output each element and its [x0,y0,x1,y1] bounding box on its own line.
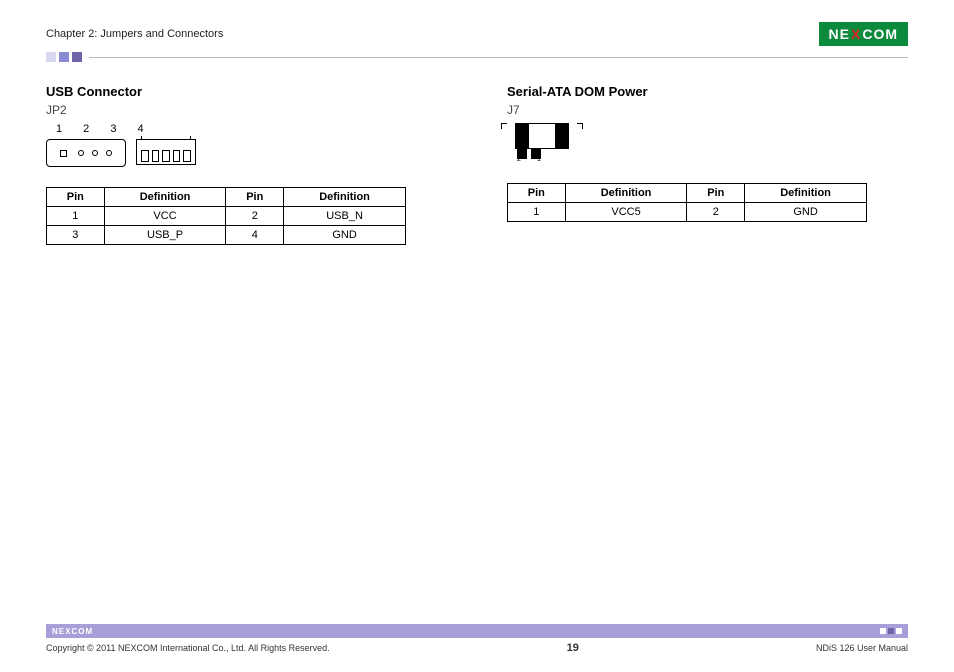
sata-connector-icon: 2 1 [507,123,577,163]
doc-name: NDiS 126 User Manual [816,643,908,653]
usb-header-icon [136,139,196,165]
logo-text-x: X [851,26,861,42]
sata-dom-section: Serial-ATA DOM Power J7 2 1 Pin Definiti… [507,84,908,245]
sata-pin-table: Pin Definition Pin Definition 1 VCC5 2 G… [507,183,867,222]
logo-text-pre: NE [829,26,850,42]
col-definition: Definition [284,188,406,207]
decor-square-icon [72,52,82,62]
page-footer: NEXCOM Copyright © 2011 NEXCOM Internati… [46,624,908,654]
decor-square-icon [59,52,69,62]
cell: 3 [47,226,105,245]
cell: 4 [226,226,284,245]
horizontal-rule [89,57,908,58]
cell: VCC5 [565,203,687,222]
section-title: Serial-ATA DOM Power [507,84,908,99]
col-pin: Pin [687,184,745,203]
connector-ref: JP2 [46,103,447,117]
col-pin: Pin [47,188,105,207]
col-pin: Pin [508,184,566,203]
footer-logo-pre: NE [52,627,65,636]
col-pin: Pin [226,188,284,207]
cell: VCC [104,207,226,226]
pin-label: 1 [537,156,541,163]
table-row: 3 USB_P 4 GND [47,226,406,245]
table-row: 1 VCC 2 USB_N [47,207,406,226]
usb-connector-section: USB Connector JP2 1 2 3 4 Pin De [46,84,447,245]
usb-diagram [46,139,447,167]
table-header-row: Pin Definition Pin Definition [508,184,867,203]
footer-bar: NEXCOM [46,624,908,638]
usb-pin-table: Pin Definition Pin Definition 1 VCC 2 US… [46,187,406,245]
col-definition: Definition [104,188,226,207]
pin-label: 2 [517,156,521,163]
cell: 1 [47,207,105,226]
page-number: 19 [567,642,579,654]
usb-connector-icon [46,139,126,167]
nexcom-logo: NEXCOM [819,22,908,46]
cell: GND [284,226,406,245]
cell: 1 [508,203,566,222]
connector-ref: J7 [507,103,908,117]
chapter-title: Chapter 2: Jumpers and Connectors [46,28,223,40]
header-rule [46,52,908,62]
pin-icon [106,150,112,156]
copyright-text: Copyright © 2011 NEXCOM International Co… [46,643,330,653]
table-header-row: Pin Definition Pin Definition [47,188,406,207]
col-definition: Definition [565,184,687,203]
cell: USB_N [284,207,406,226]
decor-squares-icon [880,628,902,634]
logo-text-post: COM [862,26,898,42]
cell: 2 [226,207,284,226]
footer-logo-post: COM [71,627,93,636]
col-definition: Definition [745,184,867,203]
section-title: USB Connector [46,84,447,99]
decor-square-icon [46,52,56,62]
table-row: 1 VCC5 2 GND [508,203,867,222]
pin-icon [78,150,84,156]
pin-icon [92,150,98,156]
cell: GND [745,203,867,222]
cell: USB_P [104,226,226,245]
pin-numbers: 1 2 3 4 [56,123,447,135]
pin-icon [60,150,67,157]
cell: 2 [687,203,745,222]
footer-logo: NEXCOM [52,627,93,636]
